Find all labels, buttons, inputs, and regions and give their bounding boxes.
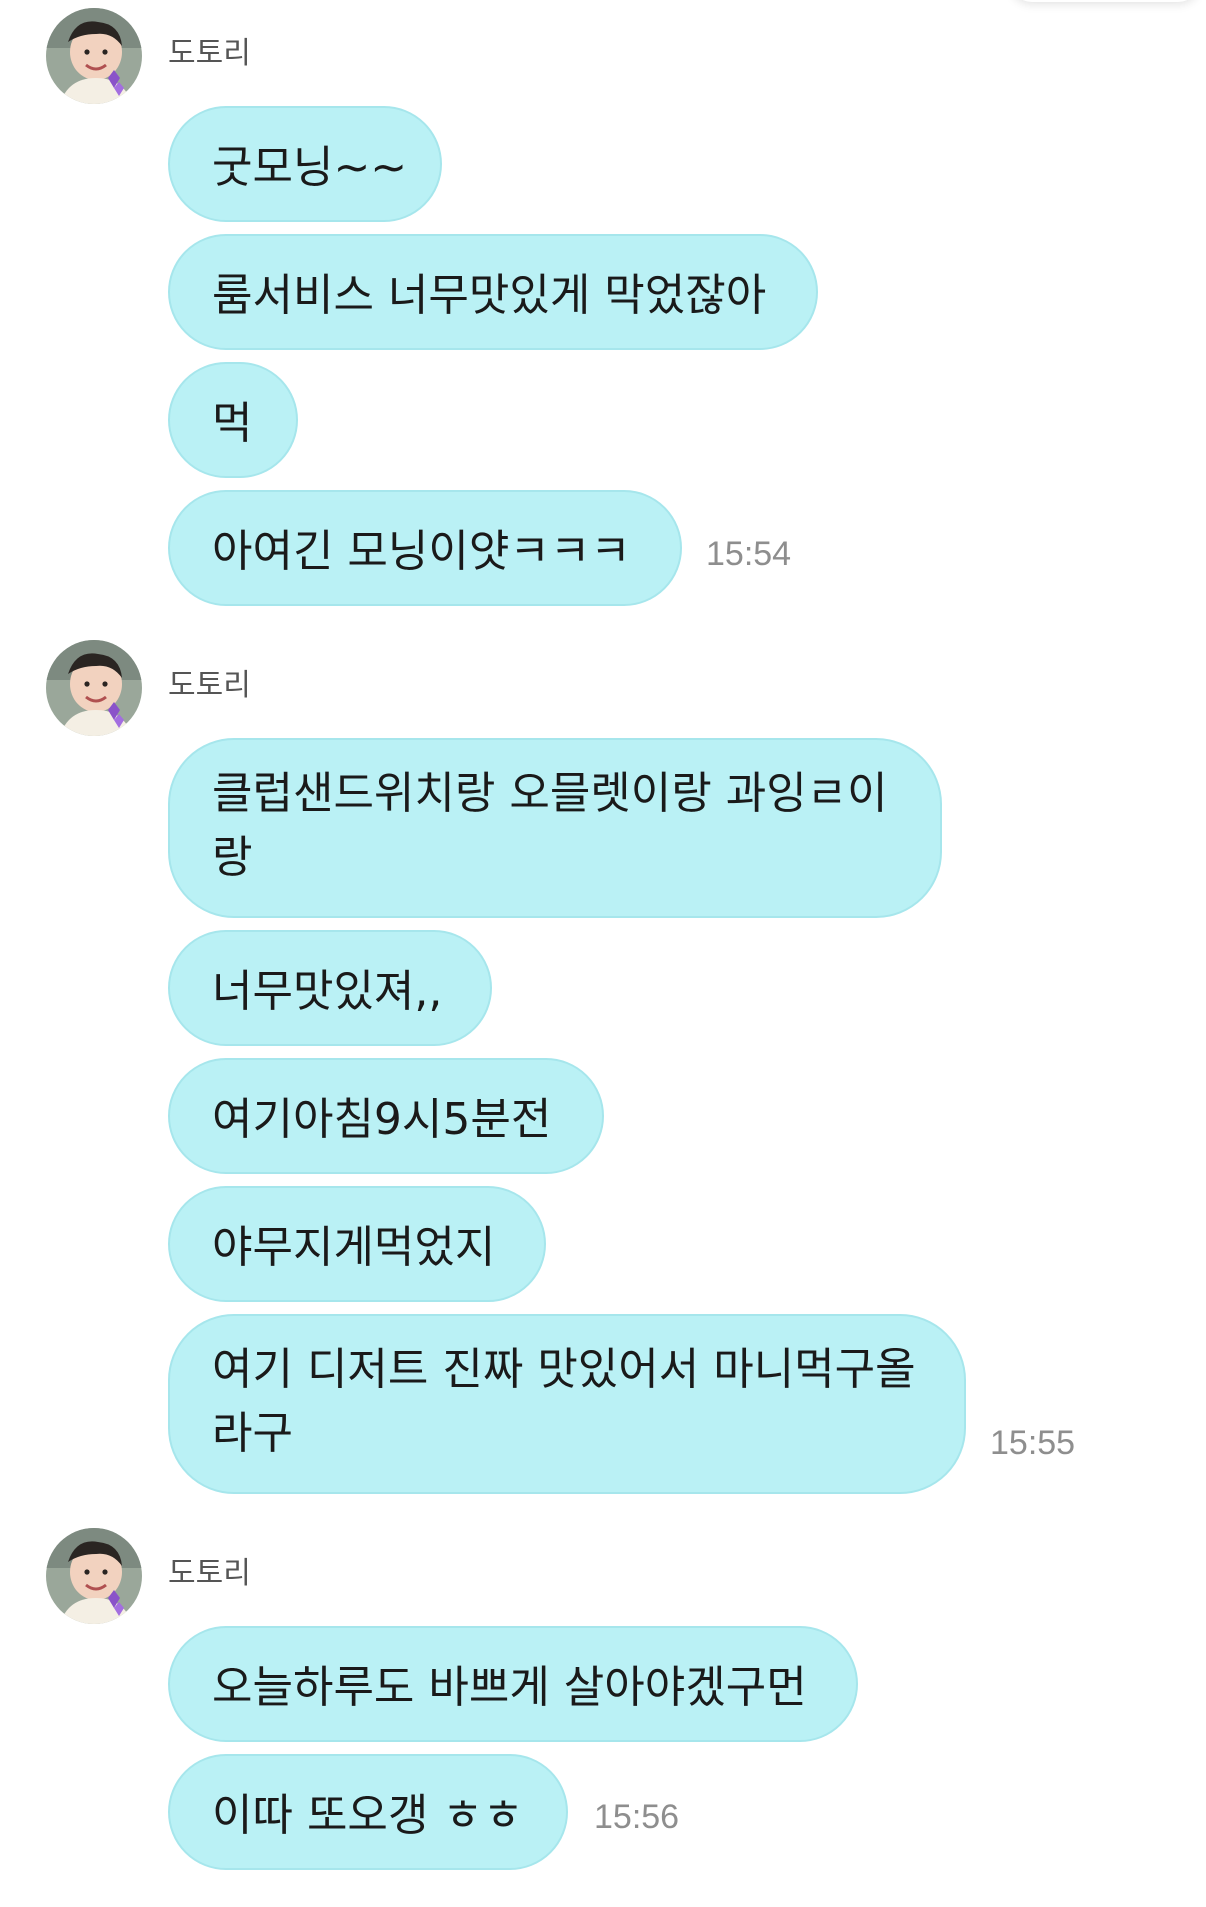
message-bubble[interactable]: 룸서비스 너무맛있게 막었잖아 <box>168 234 818 350</box>
sender-name: 도토리 <box>168 668 251 703</box>
message-bubble[interactable]: 오늘하루도 바쁘게 살아야겠구먼 <box>168 1626 858 1742</box>
message-bubble[interactable]: 이따 또오갱 ㅎㅎ <box>168 1754 568 1870</box>
message-bubble[interactable]: 아여긴 모닝이얏ㅋㅋㅋ <box>168 490 682 606</box>
sender-name: 도토리 <box>168 1556 251 1591</box>
message-bubble[interactable]: 굿모닝~~ <box>168 106 442 222</box>
avatar-photo-icon <box>46 8 142 104</box>
sender-avatar[interactable] <box>46 1528 142 1624</box>
message-timestamp: 15:55 <box>990 1424 1076 1462</box>
sender-avatar[interactable] <box>46 8 142 104</box>
message-bubble[interactable]: 여기아침9시5분전 <box>168 1058 604 1174</box>
avatar-photo-icon <box>46 640 142 736</box>
message-timestamp: 15:56 <box>594 1798 680 1836</box>
message-bubble[interactable]: 야무지게먹었지 <box>168 1186 546 1302</box>
top-edge-element <box>1010 0 1200 2</box>
sender-name: 도토리 <box>168 36 251 71</box>
sender-avatar[interactable] <box>46 640 142 736</box>
message-bubble[interactable]: 여기 디저트 진짜 맛있어서 마니먹구올라구 <box>168 1314 966 1494</box>
avatar-photo-icon <box>46 1528 142 1624</box>
message-timestamp: 15:54 <box>706 535 792 573</box>
message-bubble[interactable]: 클럽샌드위치랑 오믈렛이랑 과잉ㄹ이랑 <box>168 738 942 918</box>
message-bubble[interactable]: 먹 <box>168 362 298 478</box>
message-bubble[interactable]: 너무맛있져,, <box>168 930 492 1046</box>
